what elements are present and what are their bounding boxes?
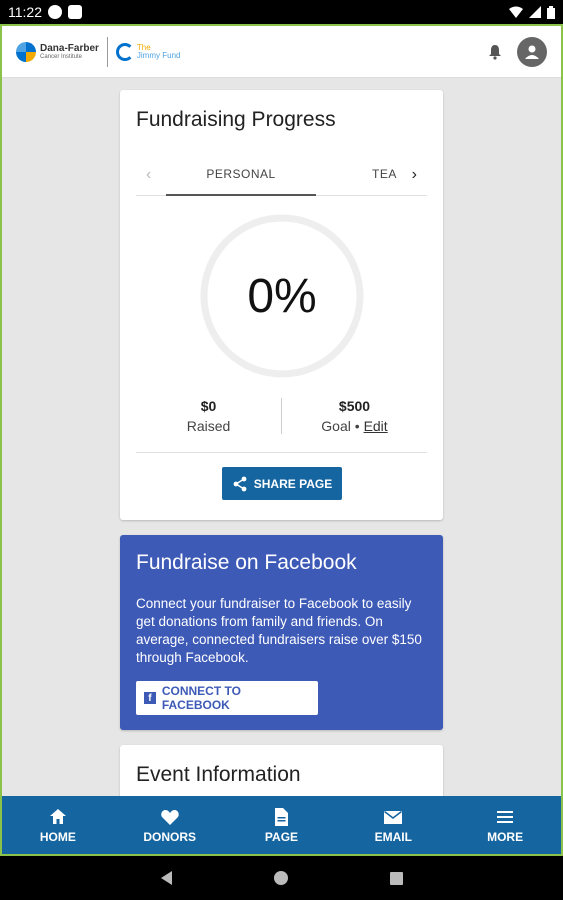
goal-label-row: Goal • Edit [282,418,427,434]
goal-value: $500 [338,398,371,414]
share-icon [233,476,247,491]
tab-team[interactable]: TEA [372,167,397,181]
dana-farber-mark-icon [16,41,36,62]
stats-separator [136,452,427,453]
edit-goal-link[interactable]: Edit [364,418,388,434]
progress-card-title: Fundraising Progress [136,108,336,131]
jimmy-fund-logo-line2: Jimmy Fund [136,50,181,60]
goal-stat: $500 Goal • Edit [282,398,427,434]
tab-prev-chevron-icon[interactable]: ‹ [146,166,151,184]
status-time: 11:22 [8,4,42,20]
dana-farber-logo-line1: Dana-Farber [40,42,99,54]
raised-label: Raised [186,418,231,434]
nav-home-label: HOME [39,829,76,844]
home-circle-icon[interactable] [273,871,288,885]
nav-home[interactable]: HOME [2,796,114,854]
battery-icon [547,5,555,19]
raised-value: $0 [200,398,217,414]
dana-farber-logo-line2: Cancer Institute [40,53,83,60]
progress-tabs: ‹ PERSONAL TEA › [136,154,427,196]
nav-email[interactable]: EMAIL [337,796,449,854]
home-icon [49,808,66,824]
tab-next-chevron-icon[interactable]: › [412,166,417,184]
connect-facebook-button[interactable]: f CONNECT TO FACEBOOK [136,681,318,715]
sd-card-icon [68,5,82,19]
dana-farber-logo[interactable]: Dana-Farber Cancer Institute [16,41,99,62]
menu-icon [497,810,514,823]
facebook-card-text: Connect your fundraiser to Facebook to e… [136,596,422,665]
system-nav-bar [0,856,563,900]
signal-icon [529,6,541,18]
nav-more[interactable]: MORE [449,796,561,854]
app-header: Dana-Farber Cancer Institute The Jimmy F… [2,26,561,78]
app-notification-icon [48,5,62,19]
progress-percent: 0% [247,269,317,323]
share-page-button[interactable]: SHARE PAGE [222,467,342,500]
document-icon [275,807,289,826]
goal-label: Goal • [321,418,360,434]
fundraising-progress-card: Fundraising Progress ‹ PERSONAL TEA › 0%… [120,90,443,520]
facebook-icon: f [144,692,156,704]
email-icon [384,810,403,824]
recent-apps-icon[interactable] [389,871,403,885]
raised-stat: $0 Raised [136,398,281,434]
jimmy-fund-mark-icon [115,42,134,61]
nav-email-label: EMAIL [374,829,412,844]
nav-more-label: MORE [487,829,524,844]
bottom-nav: HOME DONORS PAGE EMAIL MORE [2,796,561,854]
facebook-fundraise-card: Fundraise on Facebook Connect your fundr… [120,535,443,730]
connect-facebook-label: CONNECT TO FACEBOOK [161,684,241,712]
nav-donors-label: DONORS [143,829,197,844]
active-tab-indicator [166,194,316,196]
event-card-title: Event Information [136,763,301,786]
tab-personal[interactable]: PERSONAL [166,167,316,181]
nav-donors[interactable]: DONORS [114,796,226,854]
progress-stats: $0 Raised $500 Goal • Edit [136,398,427,436]
nav-page[interactable]: PAGE [226,796,338,854]
app-frame: Dana-Farber Cancer Institute The Jimmy F… [0,24,563,856]
bell-icon[interactable] [487,44,503,60]
wifi-icon [509,6,523,18]
logo-divider [106,36,108,67]
nav-page-label: PAGE [264,829,299,844]
share-page-label: SHARE PAGE [253,476,333,491]
status-bar: 11:22 [0,0,563,24]
facebook-card-title: Fundraise on Facebook [136,551,357,574]
account-icon[interactable] [517,36,547,67]
heart-icon [160,809,179,825]
back-icon[interactable] [160,871,172,885]
jimmy-fund-logo[interactable]: The Jimmy Fund [115,42,181,61]
